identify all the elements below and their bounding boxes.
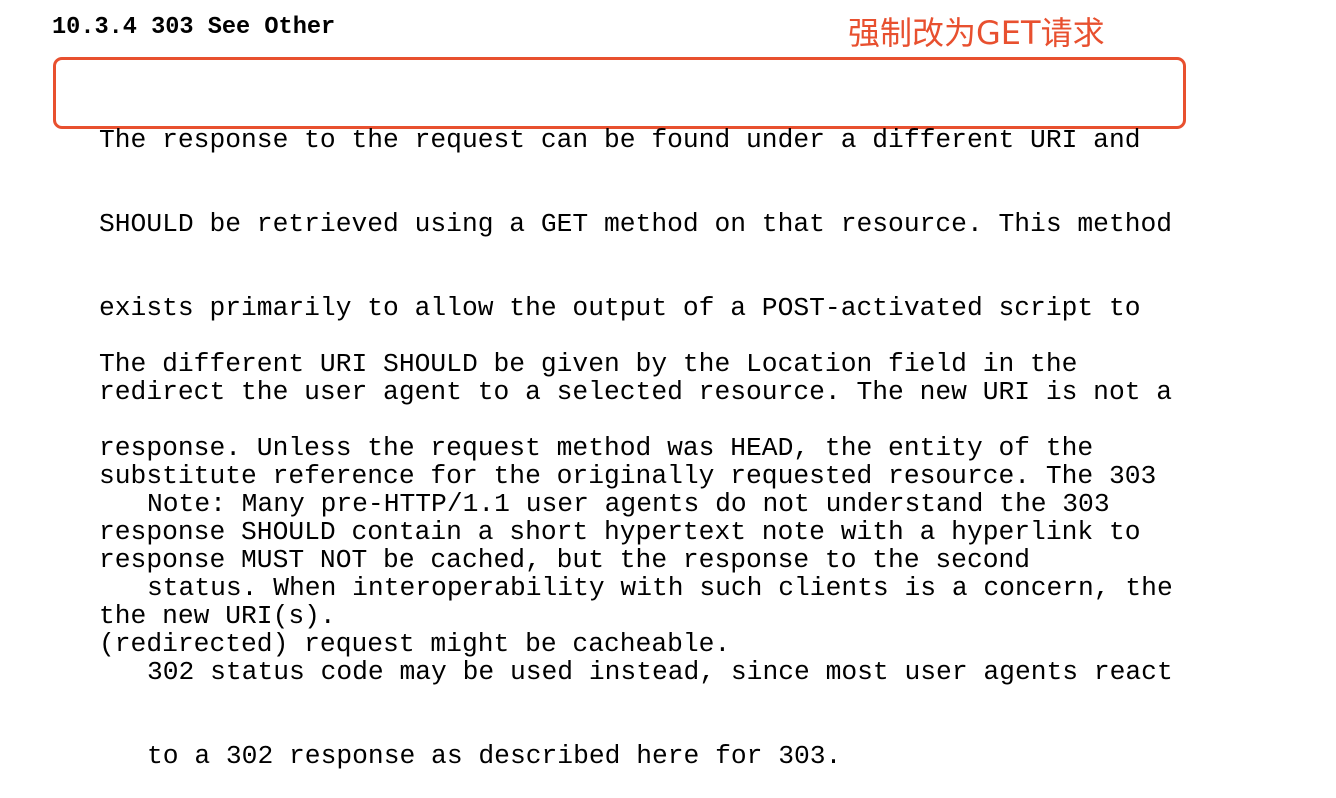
text-line: SHOULD be retrieved using a GET method o… <box>99 209 1173 239</box>
text-line: to a 302 response as described here for … <box>147 741 842 771</box>
annotation-label: 强制改为GET请求 <box>848 14 1105 52</box>
text-line: 302 status code may be used instead, sin… <box>147 657 1173 687</box>
text-line: Note: Many pre-HTTP/1.1 user agents do n… <box>147 489 1110 519</box>
paragraph-note: Note: Many pre-HTTP/1.1 user agents do n… <box>147 434 1173 798</box>
text-line: status. When interoperability with such … <box>147 573 1173 603</box>
text-line: The response to the request can be found… <box>99 125 1141 155</box>
section-heading: 10.3.4 303 See Other <box>52 14 336 41</box>
text-line: The different URI SHOULD be given by the… <box>99 349 1078 379</box>
